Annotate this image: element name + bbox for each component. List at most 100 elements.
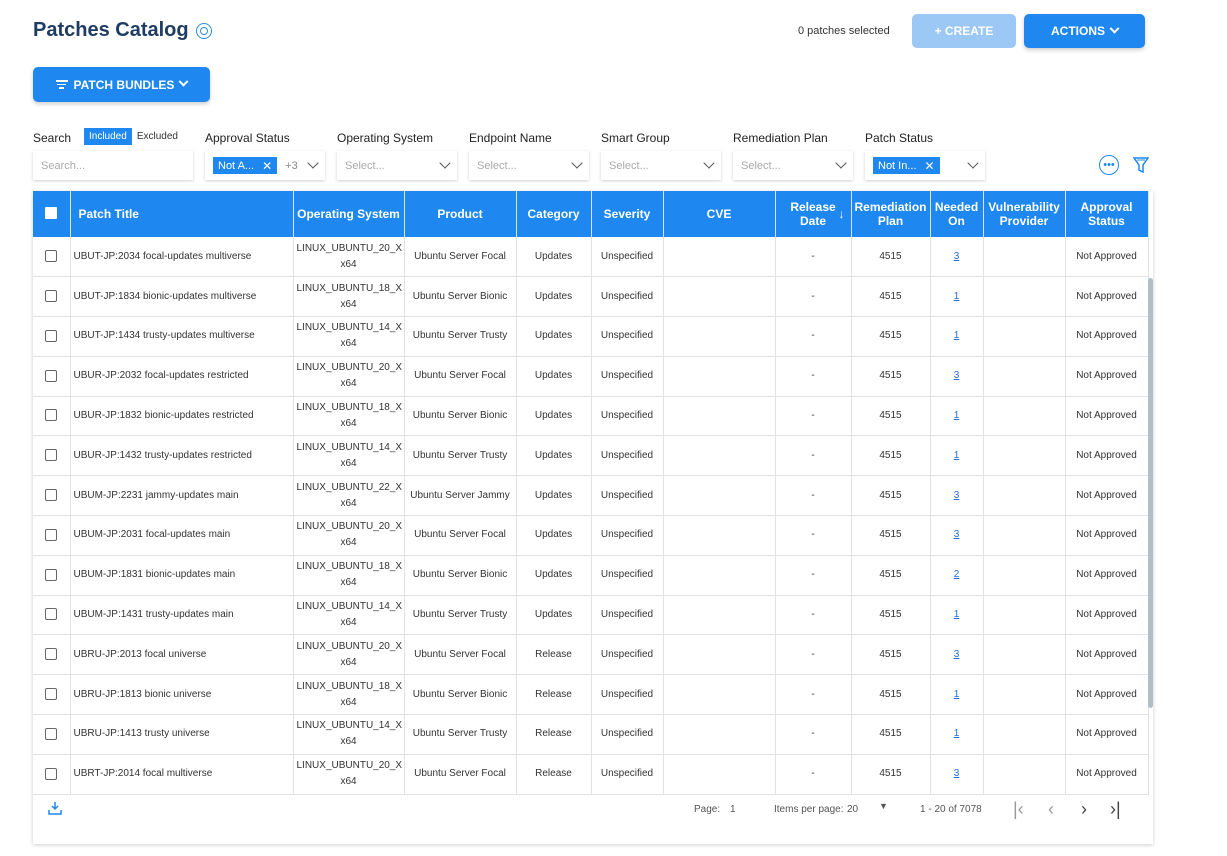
included-option[interactable]: Included [84,128,132,145]
table-scrollbar[interactable] [1148,278,1153,708]
actions-button[interactable]: ACTIONS [1024,14,1145,48]
download-icon[interactable] [48,801,62,815]
more-options-icon[interactable]: ••• [1099,155,1119,175]
patch-status-select[interactable]: Not In... ✕ [865,151,985,180]
row-checkbox[interactable] [45,608,58,621]
sort-arrow-icon[interactable]: ↓ [839,207,845,221]
table-row[interactable]: UBRT-JP:2014 focal multiverse LINUX_UBUNT… [33,754,1149,795]
row-checkbox[interactable] [45,528,58,541]
row-checkbox[interactable] [45,767,58,780]
next-page-icon[interactable]: › [1081,799,1087,820]
page-number[interactable]: 1 [730,804,736,815]
row-checkbox[interactable] [45,329,58,342]
col-needed-on[interactable]: Needed On [930,191,984,237]
cell-remediation-plan: 4515 [851,555,931,596]
last-page-icon[interactable]: ›| [1110,799,1121,820]
excluded-option[interactable]: Excluded [132,128,183,145]
row-checkbox[interactable] [45,489,58,502]
col-patch-title[interactable]: Patch Title [70,191,294,237]
prev-page-icon[interactable]: ‹ [1048,799,1054,820]
col-category[interactable]: Category [516,191,592,237]
cell-remediation-plan: 4515 [851,276,931,318]
operating-system-select[interactable]: Select... [337,151,457,180]
table-row[interactable]: UBRU-JP:1413 trusty universe LINUX_UBUNTU… [33,714,1149,755]
needed-on-link[interactable]: 3 [954,649,960,660]
row-checkbox[interactable] [45,568,58,581]
chevron-down-icon[interactable] [571,157,583,169]
search-input[interactable]: Search... [33,151,193,180]
remediation-plan-select[interactable]: Select... [733,151,853,180]
cell-operating-system: LINUX_UBUNTU_22_X x64 [293,475,405,517]
table-row[interactable]: UBUR-JP:1432 trusty-updates restricted LI… [33,435,1149,477]
row-checkbox[interactable] [45,727,58,740]
needed-on-link[interactable]: 3 [954,529,960,540]
row-checkbox[interactable] [45,449,58,462]
table-row[interactable]: UBUM-JP:1431 trusty-updates main LINUX_UB… [33,595,1149,636]
help-icon[interactable] [195,22,212,39]
row-checkbox[interactable] [45,688,58,701]
create-button[interactable]: + CREATE [912,14,1016,48]
cell-severity: Unspecified [591,754,664,795]
table-row[interactable]: UBRU-JP:2013 focal universe LINUX_UBUNTU_… [33,634,1149,676]
cell-category: Updates [516,396,592,437]
needed-on-link[interactable]: 3 [954,768,960,779]
needed-on-link[interactable]: 1 [954,410,960,421]
col-release-date[interactable]: Release Date ↓ [775,191,852,237]
cell-needed-on: 3 [930,515,984,556]
cell-product: Ubuntu Server Jammy [404,475,517,517]
approval-chip[interactable]: Not A... ✕ [213,157,278,174]
row-checkbox[interactable] [45,250,58,262]
chevron-down-icon[interactable] [967,157,979,169]
col-operating-system[interactable]: Operating System [293,191,405,237]
needed-on-link[interactable]: 1 [954,609,960,620]
table-row[interactable]: UBUM-JP:1831 bionic-updates main LINUX_UB… [33,555,1149,596]
row-checkbox[interactable] [45,409,58,422]
needed-on-link[interactable]: 3 [954,490,960,501]
table-row[interactable]: UBUR-JP:1832 bionic-updates restricted LI… [33,396,1149,437]
row-checkbox[interactable] [45,369,58,382]
table-row[interactable]: UBUT-JP:2034 focal-updates multiverse LIN… [33,237,1149,278]
cell-category: Updates [516,515,592,556]
needed-on-link[interactable]: 3 [954,251,960,262]
needed-on-link[interactable]: 1 [954,291,960,302]
include-toggle[interactable]: Included Excluded [84,128,183,145]
smart-group-select[interactable]: Select... [601,151,721,180]
needed-on-link[interactable]: 1 [954,450,960,461]
endpoint-name-select[interactable]: Select... [469,151,589,180]
table-row[interactable]: UBUR-JP:2032 focal-updates restricted LIN… [33,356,1149,397]
close-icon[interactable]: ✕ [262,159,272,173]
col-cve[interactable]: CVE [663,191,776,237]
chevron-down-icon[interactable] [307,157,319,169]
table-row[interactable]: UBUM-JP:2031 focal-updates main LINUX_UBU… [33,515,1149,556]
col-product[interactable]: Product [404,191,517,237]
items-per-page-value[interactable]: 20 [847,804,858,815]
table-row[interactable]: UBRU-JP:1813 bionic universe LINUX_UBUNTU… [33,674,1149,716]
chevron-down-icon[interactable] [439,157,451,169]
first-page-icon[interactable]: |‹ [1013,799,1024,820]
select-all-checkbox[interactable] [45,206,58,219]
table-row[interactable]: UBUT-JP:1434 trusty-updates multiverse LI… [33,316,1149,357]
row-checkbox[interactable] [45,648,58,661]
close-icon[interactable]: ✕ [925,159,935,173]
approval-status-select[interactable]: Not A... ✕ +3 [205,151,325,180]
needed-on-link[interactable]: 1 [954,728,960,739]
col-remediation-plan[interactable]: Remediation Plan [851,191,931,237]
needed-on-link[interactable]: 2 [954,569,960,580]
items-per-page-dropdown-icon[interactable]: ▼ [879,801,888,811]
chevron-down-icon[interactable] [703,157,715,169]
status-chip[interactable]: Not In... ✕ [873,157,940,174]
table-row[interactable]: UBUT-JP:1834 bionic-updates multiverse LI… [33,276,1149,318]
cell-patch-title: UBUT-JP:2034 focal-updates multiverse [70,237,294,278]
needed-on-link[interactable]: 3 [954,370,960,381]
funnel-icon[interactable] [1133,155,1149,175]
col-vulnerability-provider[interactable]: Vulnerability Provider [983,191,1066,237]
select-all-cell[interactable] [33,191,71,237]
col-severity[interactable]: Severity [591,191,664,237]
chevron-down-icon[interactable] [835,157,847,169]
col-approval-status[interactable]: Approval Status [1065,191,1149,237]
table-row[interactable]: UBUM-JP:2231 jammy-updates main LINUX_UBU… [33,475,1149,517]
row-checkbox[interactable] [45,290,58,303]
needed-on-link[interactable]: 1 [954,330,960,341]
patch-bundles-button[interactable]: PATCH BUNDLES [33,67,210,102]
needed-on-link[interactable]: 1 [954,689,960,700]
